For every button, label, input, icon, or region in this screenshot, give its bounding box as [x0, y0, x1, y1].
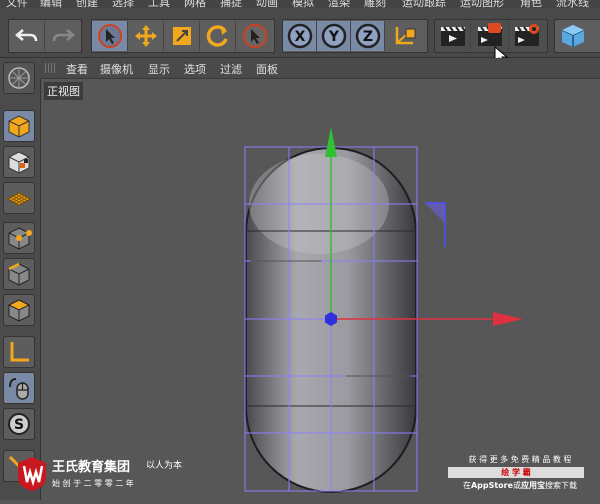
menu-item-mesh[interactable]: 网格	[184, 0, 206, 8]
model-mode-icon[interactable]	[3, 110, 35, 142]
live-select-icon[interactable]	[236, 21, 274, 51]
texture-mode-icon[interactable]	[3, 146, 35, 178]
main-menu-bar: 文件 编辑 创建 选择 工具 网格 捕捉 动画 模拟 渲染 雕刻 运动跟踪 运动…	[0, 0, 600, 8]
transform-tools-group	[91, 19, 275, 53]
svg-text:S: S	[14, 417, 24, 433]
menu-item-select[interactable]: 选择	[112, 0, 134, 8]
snap-icon[interactable]: S	[3, 408, 35, 440]
primitive-group	[554, 19, 600, 53]
cube-primitive-icon[interactable]	[555, 21, 591, 51]
render-group	[434, 19, 548, 53]
svg-text:X: X	[294, 29, 305, 45]
axis-lock-group: X Y Z	[282, 19, 428, 53]
menu-item-sculpt[interactable]: 雕刻	[364, 0, 386, 8]
menu-item-simulate[interactable]: 模拟	[292, 0, 314, 8]
edges-mode-icon[interactable]	[3, 258, 35, 290]
render-view-icon[interactable]	[435, 21, 471, 51]
menu-item-create[interactable]: 创建	[76, 0, 98, 8]
wang-logo-icon	[18, 457, 46, 491]
undo-redo-group	[8, 19, 82, 53]
watermark-download: 在AppStore或应用宝搜索下载	[440, 480, 600, 491]
axis-mode-icon[interactable]	[3, 336, 35, 368]
watermark-left: 王氏教育集团 以人为本 始 创 于 二 零 零 二 年	[0, 452, 190, 500]
axis-x-button[interactable]: X	[283, 21, 317, 51]
viewport-menu-view[interactable]: 查看	[66, 61, 88, 77]
menu-item-mograph[interactable]: 运动图形	[460, 0, 504, 8]
viewport-menu-bar: 查看 摄像机 显示 选项 过滤 面板	[40, 58, 600, 79]
menu-item-snap[interactable]: 捕捉	[220, 0, 242, 8]
download-app: 应用宝	[521, 481, 546, 490]
points-mode-icon[interactable]	[3, 222, 35, 254]
menu-item-pipeline[interactable]: 流水线	[556, 0, 589, 8]
main-toolbar: X Y Z	[0, 8, 600, 66]
download-store: AppStore	[470, 481, 514, 490]
polygons-mode-icon[interactable]	[3, 294, 35, 326]
menu-item-tools[interactable]: 工具	[148, 0, 170, 8]
make-editable-icon[interactable]	[3, 62, 35, 94]
undo-icon[interactable]	[9, 21, 45, 51]
viewport-grip-icon[interactable]	[45, 63, 55, 73]
svg-text:Z: Z	[362, 29, 372, 45]
download-suffix: 搜索下载	[545, 481, 578, 490]
viewport-scene	[244, 127, 523, 493]
rotate-icon[interactable]	[200, 21, 236, 51]
viewport-menu-camera[interactable]: 摄像机	[100, 61, 133, 77]
menu-item-file[interactable]: 文件	[6, 0, 28, 8]
menu-item-animate[interactable]: 动画	[256, 0, 278, 8]
mode-palette: S	[0, 58, 41, 500]
download-prefix: 在	[462, 481, 471, 490]
viewport-menu-display[interactable]: 显示	[148, 61, 170, 77]
scale-icon[interactable]	[164, 21, 200, 51]
download-mid: 或	[513, 481, 522, 490]
watermark-promo: 获 得 更 多 免 费 精 品 教 程	[468, 455, 572, 464]
viewport-menu-options[interactable]: 选项	[184, 61, 206, 77]
menu-item-edit[interactable]: 编辑	[40, 0, 62, 8]
workplane-icon[interactable]	[3, 182, 35, 214]
move-icon[interactable]	[128, 21, 164, 51]
menu-item-render[interactable]: 渲染	[328, 0, 350, 8]
select-arrow-icon[interactable]	[92, 21, 128, 51]
render-settings-icon[interactable]	[509, 21, 545, 51]
redo-icon[interactable]	[45, 21, 81, 51]
tweak-mode-icon[interactable]	[3, 372, 35, 404]
viewport-canvas[interactable]	[41, 79, 600, 500]
viewport-view-label: 正视图	[44, 82, 83, 100]
coordinate-system-icon[interactable]	[385, 21, 425, 51]
watermark-slogan: 以人为本	[146, 461, 183, 471]
watermark-app-name: 绘 学 霸	[448, 467, 584, 478]
watermark-sub: 始 创 于 二 零 零 二 年	[52, 479, 134, 488]
axis-z-button[interactable]: Z	[351, 21, 385, 51]
viewport-menu-panel[interactable]: 面板	[256, 61, 278, 77]
svg-text:Y: Y	[327, 29, 339, 45]
menu-item-character[interactable]: 角色	[520, 0, 542, 8]
watermark-right: 获 得 更 多 免 费 精 品 教 程 绘 学 霸 在AppStore或应用宝搜…	[440, 450, 600, 500]
viewport-menu-filter[interactable]: 过滤	[220, 61, 242, 77]
axis-y-button[interactable]: Y	[317, 21, 351, 51]
watermark-brand: 王氏教育集团	[52, 460, 131, 475]
menu-item-motion-tracking[interactable]: 运动跟踪	[402, 0, 446, 8]
